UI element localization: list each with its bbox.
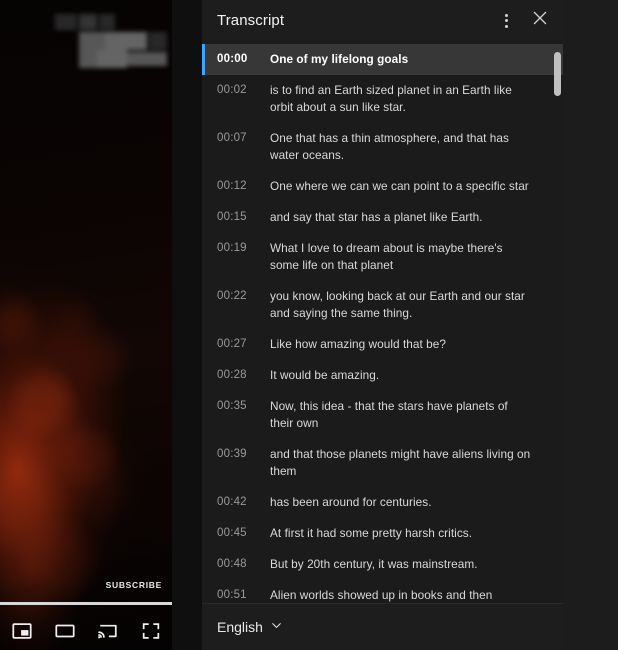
transcript-timestamp: 00:35 <box>217 400 247 412</box>
cast-button[interactable] <box>86 612 129 650</box>
player-panel-gap <box>172 0 202 650</box>
transcript-text: What I love to dream about is maybe ther… <box>270 241 503 272</box>
transcript-timestamp: 00:00 <box>217 53 248 65</box>
transcript-text: One that has a thin atmosphere, and that… <box>270 131 509 162</box>
transcript-list: 00:00 One of my lifelong goals 00:02 is to … <box>202 41 563 603</box>
subscribe-button[interactable]: SUBSCRIBE <box>106 580 162 590</box>
transcript-title: Transcript <box>217 12 285 29</box>
transcript-row[interactable]: 00:22 you know, looking back at our Earth… <box>202 281 563 329</box>
transcript-text: At first it had some pretty harsh critic… <box>270 526 473 540</box>
transcript-text: Like how amazing would that be? <box>270 337 446 351</box>
transcript-timestamp: 00:45 <box>217 527 247 539</box>
transcript-row[interactable]: 00:45 At first it had some pretty harsh c… <box>202 518 563 549</box>
transcript-row[interactable]: 00:19 What I love to dream about is maybe… <box>202 233 563 281</box>
transcript-scrollbar-thumb[interactable] <box>554 52 561 96</box>
transcript-text: you know, looking back at our Earth and … <box>270 289 525 320</box>
transcript-row[interactable]: 00:02 is to find an Earth sized planet in… <box>202 75 563 123</box>
panel-right-edge <box>563 0 618 650</box>
transcript-timestamp: 00:28 <box>217 369 247 381</box>
transcript-timestamp: 00:15 <box>217 211 247 223</box>
transcript-close-button[interactable] <box>523 4 557 38</box>
video-player[interactable]: SUBSCRIBE <box>0 0 172 650</box>
transcript-timestamp: 00:27 <box>217 338 247 350</box>
transcript-timestamp: 00:07 <box>217 132 247 144</box>
miniplayer-button[interactable] <box>0 612 43 650</box>
transcript-row[interactable]: 00:48 But by 20th century, it was mainstr… <box>202 549 563 580</box>
video-frame <box>0 0 172 650</box>
transcript-row[interactable]: 00:27 Like how amazing would that be? <box>202 329 563 360</box>
language-selector-label: English <box>217 619 263 635</box>
transcript-row[interactable]: 00:00 One of my lifelong goals <box>202 44 563 75</box>
transcript-timestamp: 00:19 <box>217 242 247 254</box>
theater-mode-button[interactable] <box>43 612 86 650</box>
cast-icon <box>97 620 119 642</box>
transcript-text: But by 20th century, it was mainstream. <box>270 557 478 571</box>
fullscreen-icon <box>140 620 162 642</box>
transcript-text: and say that star has a planet like Eart… <box>270 210 483 224</box>
transcript-row[interactable]: 00:51 Alien worlds showed up in books and… <box>202 580 563 603</box>
transcript-row[interactable]: 00:39 and that those planets might have a… <box>202 439 563 487</box>
transcript-text: Now, this idea - that the stars have pla… <box>270 399 508 430</box>
transcript-timestamp: 00:39 <box>217 448 247 460</box>
close-icon <box>531 9 549 32</box>
theater-mode-icon <box>54 620 76 642</box>
more-options-icon <box>504 13 508 28</box>
video-progress-played <box>0 602 172 605</box>
transcript-text: One of my lifelong goals <box>270 52 409 66</box>
transcript-text: and that those planets might have aliens… <box>270 447 531 478</box>
transcript-text: One where we can we can point to a speci… <box>270 179 529 193</box>
transcript-row[interactable]: 00:35 Now, this idea - that the stars hav… <box>202 391 563 439</box>
redacted-title-overlay <box>55 12 167 70</box>
transcript-row[interactable]: 00:12 One where we can we can point to a … <box>202 171 563 202</box>
transcript-header: Transcript <box>202 0 563 41</box>
transcript-text: It would be amazing. <box>270 368 380 382</box>
transcript-row[interactable]: 00:15 and say that star has a planet like… <box>202 202 563 233</box>
transcript-text: is to find an Earth sized planet in an E… <box>270 83 512 114</box>
chevron-down-icon <box>270 619 283 635</box>
transcript-timestamp: 00:12 <box>217 180 247 192</box>
transcript-more-options-button[interactable] <box>489 4 523 38</box>
transcript-row[interactable]: 00:28 It would be amazing. <box>202 360 563 391</box>
transcript-row[interactable]: 00:42 has been around for centuries. <box>202 487 563 518</box>
video-progress-bar[interactable] <box>0 602 172 605</box>
transcript-timestamp: 00:48 <box>217 558 247 570</box>
transcript-timestamp: 00:42 <box>217 496 247 508</box>
fullscreen-button[interactable] <box>129 612 172 650</box>
transcript-timestamp: 00:02 <box>217 84 247 96</box>
player-controls-bar <box>0 612 172 650</box>
language-selector[interactable]: English <box>217 619 283 635</box>
transcript-body[interactable]: 00:00 One of my lifelong goals 00:02 is to … <box>202 41 563 603</box>
transcript-footer: English <box>202 603 563 650</box>
transcript-row[interactable]: 00:07 One that has a thin atmosphere, and… <box>202 123 563 171</box>
transcript-timestamp: 00:22 <box>217 290 247 302</box>
miniplayer-icon <box>11 620 33 642</box>
transcript-panel: Transcript 00:00 One of my lifelong goals… <box>202 0 563 650</box>
transcript-text: Alien worlds showed up in books and then… <box>270 588 493 602</box>
transcript-timestamp: 00:51 <box>217 589 247 601</box>
transcript-text: has been around for centuries. <box>270 495 432 509</box>
youtube-player-with-transcript: SUBSCRIBE Transcript 00:00 One of my lif… <box>0 0 618 650</box>
